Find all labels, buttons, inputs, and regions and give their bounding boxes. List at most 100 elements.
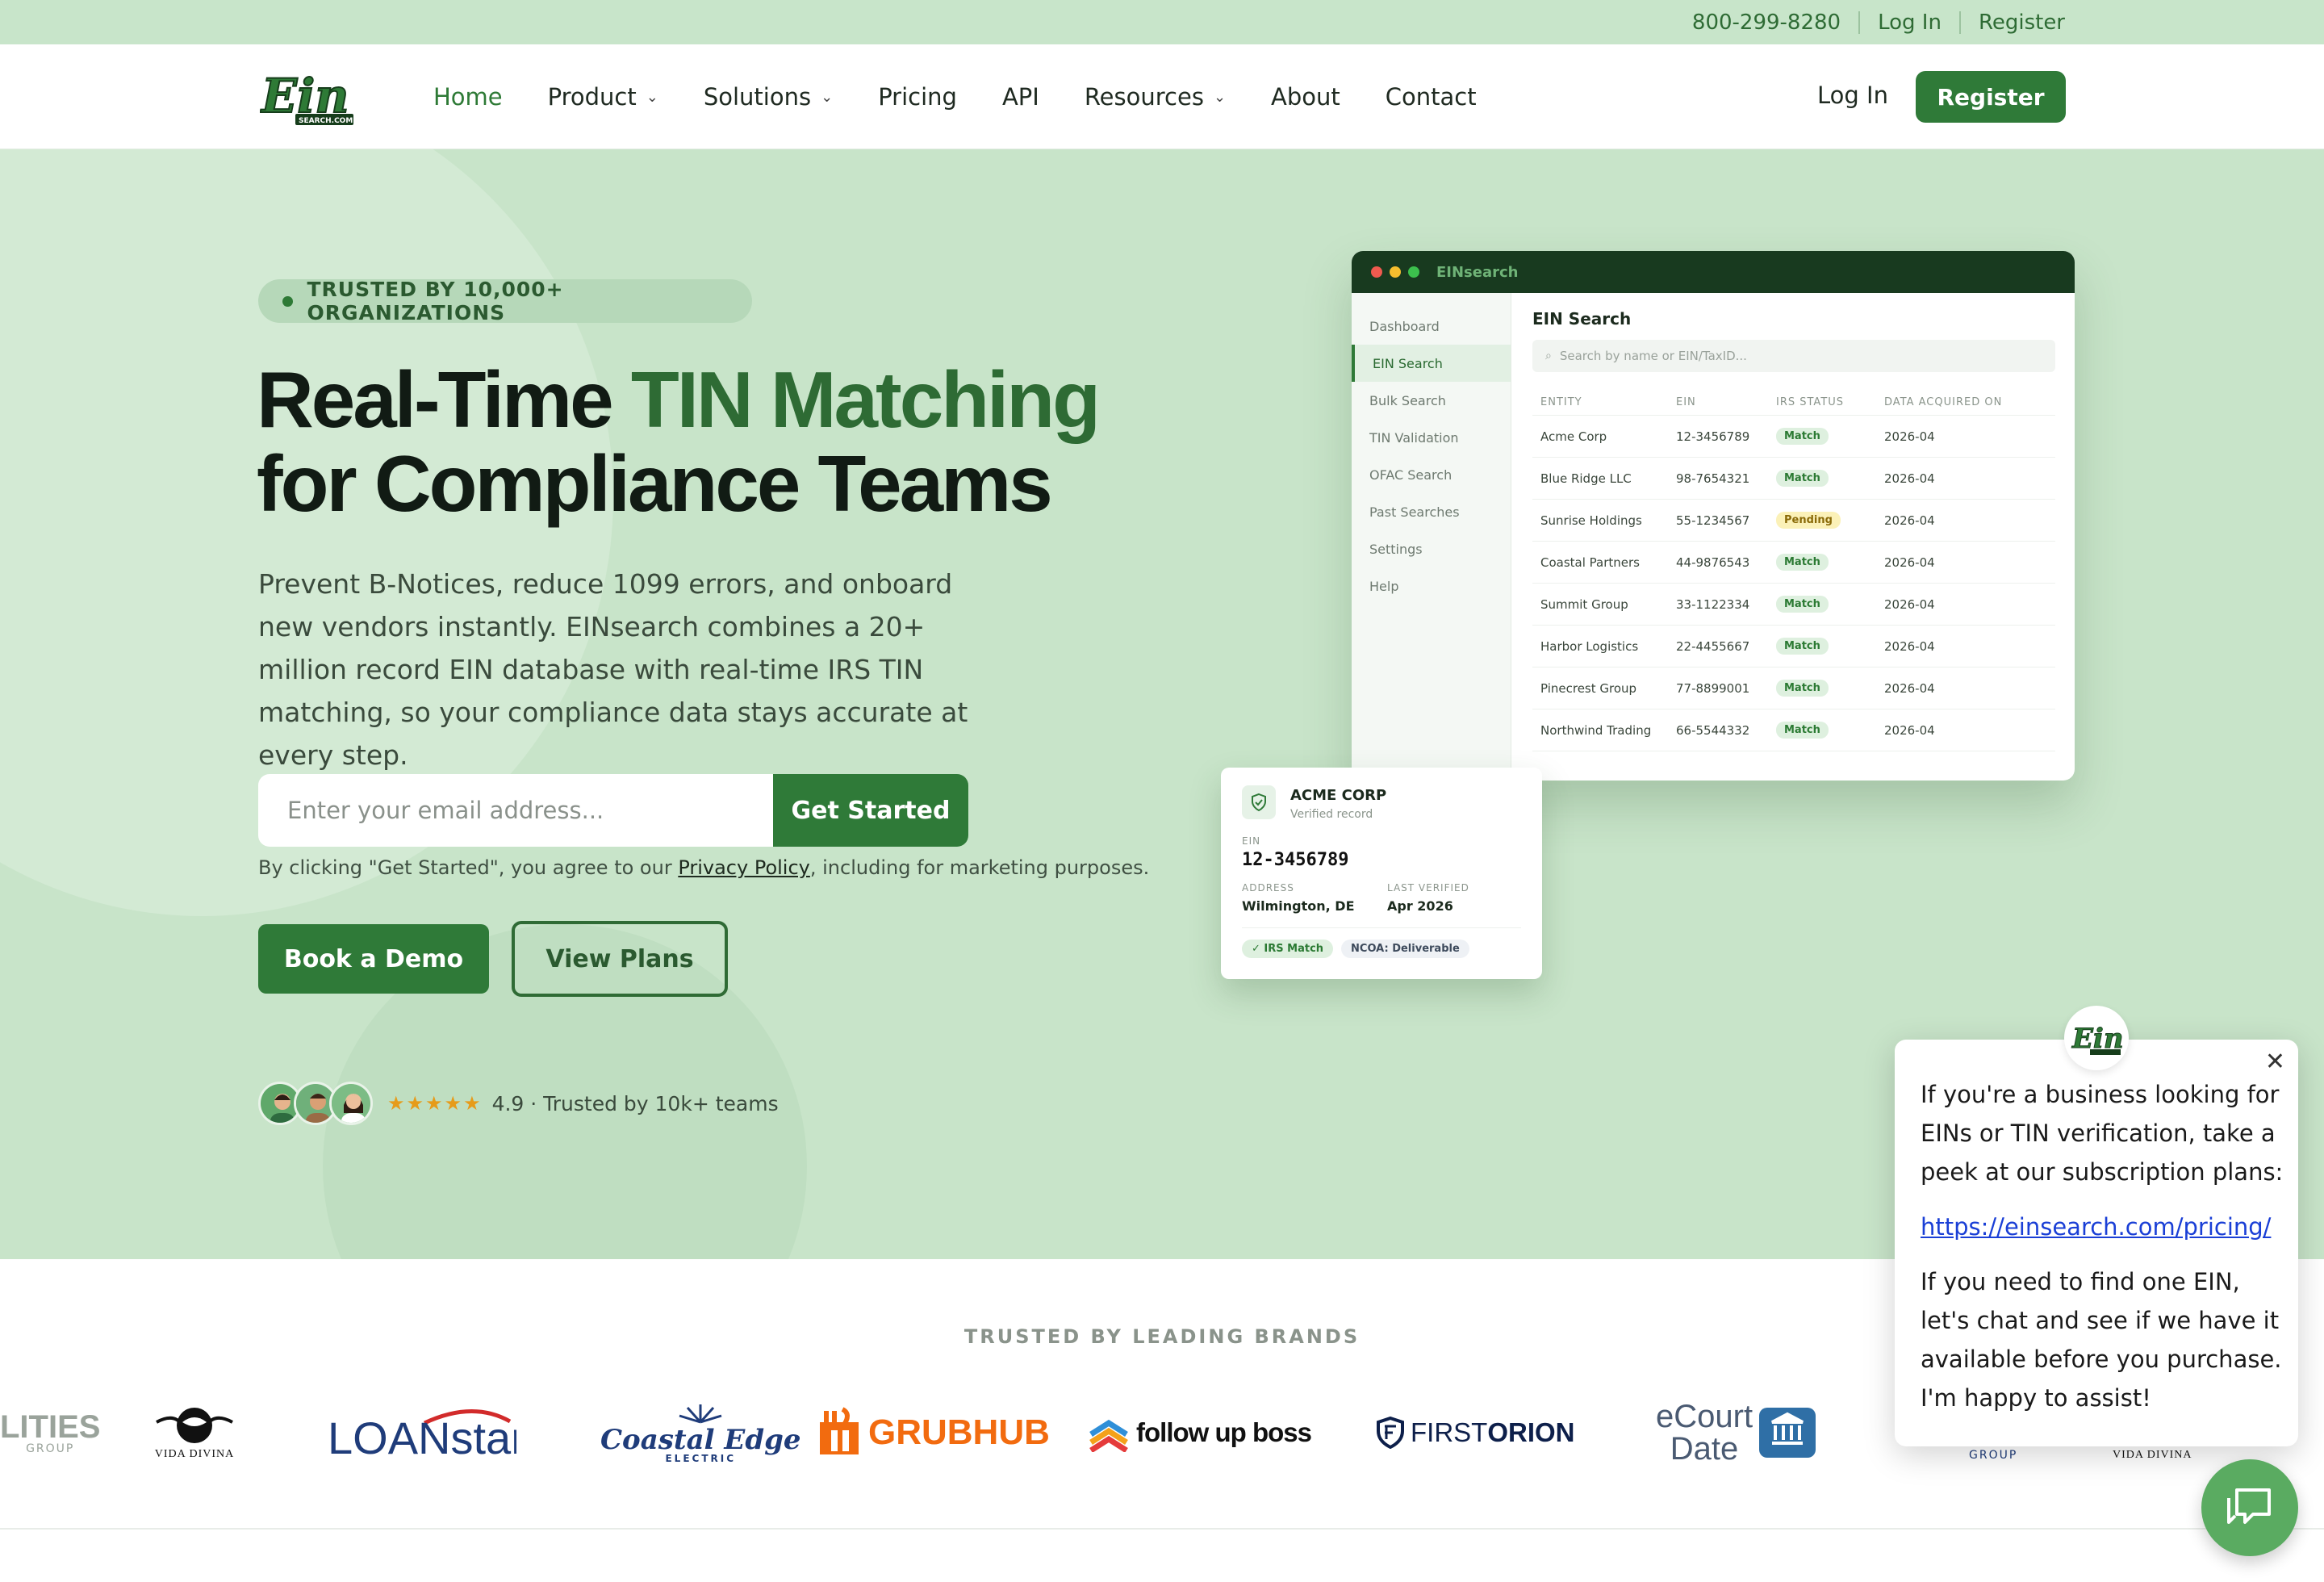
register-button[interactable]: Register xyxy=(1916,71,2066,123)
brand-logo-loanstar: LOANstar xyxy=(328,1400,516,1465)
nav-label: API xyxy=(1001,83,1039,111)
chat-avatar-logo: Ein xyxy=(2064,1006,2129,1070)
nav-solutions[interactable]: Solutions ⌄ xyxy=(704,83,833,111)
status-badge: Match xyxy=(1776,428,1829,445)
address-value: Wilmington, DE xyxy=(1242,898,1355,914)
table-row[interactable]: Harbor Logistics 22-4455667 Match 2026-04 xyxy=(1532,626,2055,668)
brand-text: LITIES xyxy=(0,1409,101,1445)
cell-entity: Northwind Trading xyxy=(1540,722,1652,738)
cell-ein: 12-3456789 xyxy=(1676,429,1750,444)
status-badge: Match xyxy=(1776,680,1829,697)
phone-link[interactable]: 800-299-8280 xyxy=(1692,10,1841,35)
trust-badge: TRUSTED BY 10,000+ ORGANIZATIONS xyxy=(258,278,752,324)
utility-bar: 800-299-8280 Log In Register xyxy=(0,0,2324,44)
nav-label: Pricing xyxy=(878,83,957,111)
nav-label: Contact xyxy=(1385,83,1477,111)
cell-entity: Pinecrest Group xyxy=(1540,680,1637,696)
table-row[interactable]: Northwind Trading 66-5544332 Match 2026-04 xyxy=(1532,709,2055,751)
chat-launcher-button[interactable] xyxy=(2201,1459,2298,1556)
cell-entity: Sunrise Holdings xyxy=(1540,513,1642,528)
cell-status: Match xyxy=(1776,596,1884,613)
book-demo-button[interactable]: Book a Demo xyxy=(258,924,489,994)
brand-logo-grubhub: GRUBHUB xyxy=(815,1400,1050,1465)
cell-date: 2026-04 xyxy=(1884,638,1935,654)
app-sidebar: Dashboard EIN Search Bulk Search TIN Val… xyxy=(1352,293,1511,781)
nav-product[interactable]: Product ⌄ xyxy=(548,83,658,111)
cell-entity: Summit Group xyxy=(1540,596,1628,612)
sidebar-item-ofac-search[interactable]: OFAC Search xyxy=(1352,456,1511,493)
nav-about[interactable]: About xyxy=(1271,83,1340,111)
sidebar-item-settings[interactable]: Settings xyxy=(1352,530,1511,567)
app-search-input[interactable]: ⌕ Search by name or EIN/TaxID... xyxy=(1532,340,2055,372)
star-rating-icon: ★★★★★ xyxy=(387,1092,483,1115)
nav-api[interactable]: API xyxy=(1002,83,1039,111)
nav-pricing[interactable]: Pricing xyxy=(878,83,957,111)
hero-lead: Prevent B-Notices, reduce 1099 errors, a… xyxy=(258,568,968,771)
sidebar-item-help[interactable]: Help xyxy=(1352,567,1511,605)
ein-value: 12-3456789 xyxy=(1242,850,1349,870)
email-field[interactable]: Enter your email address... xyxy=(258,774,773,847)
sidebar-item-dashboard[interactable]: Dashboard xyxy=(1352,308,1511,345)
nav-home[interactable]: Home xyxy=(433,83,503,111)
nav-resources[interactable]: Resources ⌄ xyxy=(1085,83,1226,111)
table-row[interactable]: Summit Group 33-1122334 Match 2026-04 xyxy=(1532,584,2055,626)
table-row[interactable]: Acme Corp 12-3456789 Match 2026-04 xyxy=(1532,416,2055,458)
privacy-policy-link[interactable]: Privacy Policy xyxy=(678,856,810,879)
table-header: ENTITY EIN IRS STATUS DATA ACQUIRED ON xyxy=(1532,390,2055,416)
sidebar-item-tin-validation[interactable]: TIN Validation xyxy=(1352,419,1511,456)
logo-sub: SEARCH.COM xyxy=(299,117,353,125)
divider xyxy=(1858,10,1861,34)
card-tags: ✓ IRS Match NCOA: Deliverable xyxy=(1242,940,1478,958)
top-login-link[interactable]: Log In xyxy=(1878,10,1942,35)
divider xyxy=(1242,927,1521,928)
table-row[interactable]: Sunrise Holdings 55-1234567 Pending 2026-04 xyxy=(1532,500,2055,542)
column-header: DATA ACQUIRED ON xyxy=(1884,396,2003,408)
cell-ein: 22-4455667 xyxy=(1676,638,1750,654)
address-label: ADDRESS xyxy=(1242,882,1294,894)
get-started-button[interactable]: Get Started xyxy=(773,774,968,847)
avatar-group xyxy=(258,1082,373,1125)
pricing-link[interactable]: https://einsearch.com/pricing/ xyxy=(1921,1213,2271,1241)
cell-date: 2026-04 xyxy=(1884,555,1935,570)
cell-status: Match xyxy=(1776,428,1884,445)
table-row[interactable]: Blue Ridge LLC 98-7654321 Match 2026-04 xyxy=(1532,458,2055,500)
chat-message: If you're a business looking for EINs or… xyxy=(1921,1075,2284,1433)
entity-card: ACME CORP Verified record EIN 12-3456789… xyxy=(1221,768,1542,979)
sidebar-item-bulk-search[interactable]: Bulk Search xyxy=(1352,382,1511,419)
close-icon[interactable]: ✕ xyxy=(2265,1048,2285,1076)
sidebar-item-ein-search[interactable]: EIN Search xyxy=(1352,345,1511,382)
brand-text: GRUBHUB xyxy=(868,1412,1050,1452)
nav-contact[interactable]: Contact xyxy=(1386,83,1477,111)
cell-entity: Blue Ridge LLC xyxy=(1540,471,1632,486)
cell-ein: 44-9876543 xyxy=(1676,555,1750,570)
brand-text: GROUP xyxy=(1969,1449,2018,1462)
cell-ein: 77-8899001 xyxy=(1676,680,1750,696)
column-header: ENTITY xyxy=(1540,396,1582,408)
table-row[interactable]: Coastal Partners 44-9876543 Match 2026-04 xyxy=(1532,542,2055,584)
ein-label: EIN xyxy=(1242,835,1261,847)
cell-ein: 66-5544332 xyxy=(1676,722,1750,738)
ein-logo[interactable]: Ein SEARCH.COM xyxy=(259,65,355,130)
entity-verified: Verified record xyxy=(1290,808,1373,821)
cell-date: 2026-04 xyxy=(1884,429,1935,444)
cell-date: 2026-04 xyxy=(1884,513,1935,528)
view-plans-button[interactable]: View Plans xyxy=(512,921,728,997)
brand-logo-coastal-edge: Coastal Edge ELECTRIC xyxy=(600,1400,801,1465)
login-link[interactable]: Log In xyxy=(1817,82,1888,109)
chevron-down-icon: ⌄ xyxy=(1213,88,1227,106)
section-divider xyxy=(0,1528,2324,1530)
title-part: Real-Time xyxy=(257,355,631,444)
chat-paragraph: If you need to find one EIN, let's chat … xyxy=(1921,1268,2282,1412)
top-register-link[interactable]: Register xyxy=(1979,10,2065,35)
cell-entity: Acme Corp xyxy=(1540,429,1607,444)
table-row[interactable]: Pinecrest Group 77-8899001 Match 2026-04 xyxy=(1532,668,2055,709)
search-icon: ⌕ xyxy=(1545,349,1552,362)
sidebar-item-past-searches[interactable]: Past Searches xyxy=(1352,493,1511,530)
entity-name: ACME CORP xyxy=(1290,787,1387,804)
nav-label: Product xyxy=(547,83,637,111)
ncoa-badge: NCOA: Deliverable xyxy=(1341,940,1469,958)
cell-entity: Harbor Logistics xyxy=(1540,638,1639,654)
app-preview: EINsearch Dashboard EIN Search Bulk Sear… xyxy=(1352,251,2075,781)
app-page-title: EIN Search xyxy=(1532,309,1632,329)
rating-text: 4.9 · Trusted by 10k+ teams xyxy=(491,1091,779,1115)
